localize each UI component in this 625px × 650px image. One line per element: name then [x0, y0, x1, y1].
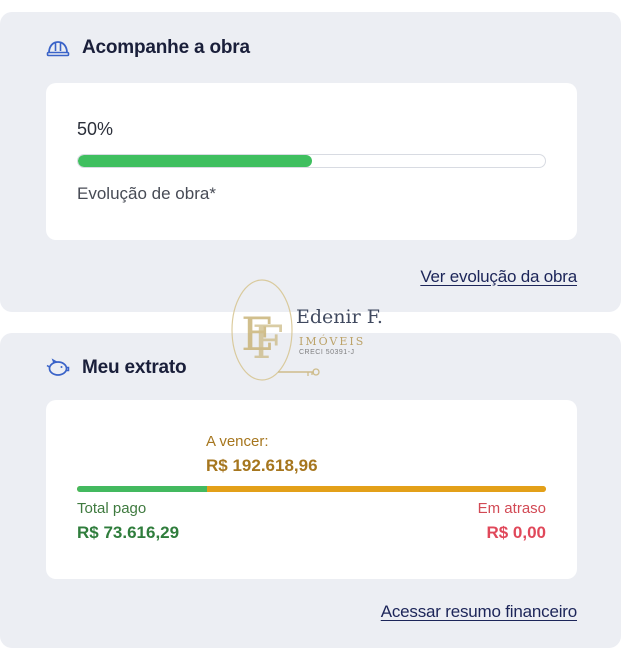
obra-header: Acompanhe a obra [46, 37, 250, 59]
extrato-panel: Meu extrato A vencer: R$ 192.618,96 Tota… [0, 333, 621, 648]
obra-panel: Acompanhe a obra 50% Evolução de obra* V… [0, 12, 621, 312]
extrato-header: Meu extrato [46, 357, 187, 379]
em-atraso-label: Em atraso [477, 500, 546, 517]
progress-bar-fill [78, 155, 312, 167]
due-segment [206, 486, 546, 492]
resumo-financeiro-link[interactable]: Acessar resumo financeiro [381, 602, 577, 622]
obra-title: Acompanhe a obra [82, 37, 250, 58]
a-vencer-label: A vencer: [206, 433, 269, 450]
paid-segment [77, 486, 207, 492]
progress-caption: Evolução de obra* [77, 184, 216, 203]
extrato-card: A vencer: R$ 192.618,96 Total pago R$ 73… [46, 400, 577, 579]
progress-percent: 50% [77, 119, 114, 139]
ver-evolucao-link[interactable]: Ver evolução da obra [420, 267, 577, 287]
payment-split-bar [77, 486, 546, 492]
piggy-bank-icon [46, 357, 70, 379]
helmet-icon [46, 37, 70, 59]
total-pago-value: R$ 73.616,29 [77, 523, 180, 542]
total-pago-label: Total pago [77, 500, 147, 517]
a-vencer-value: R$ 192.618,96 [206, 456, 318, 475]
extrato-title: Meu extrato [82, 357, 187, 378]
progress-bar [77, 154, 546, 168]
obra-progress-card: 50% Evolução de obra* [46, 83, 577, 240]
em-atraso-value: R$ 0,00 [486, 523, 546, 542]
